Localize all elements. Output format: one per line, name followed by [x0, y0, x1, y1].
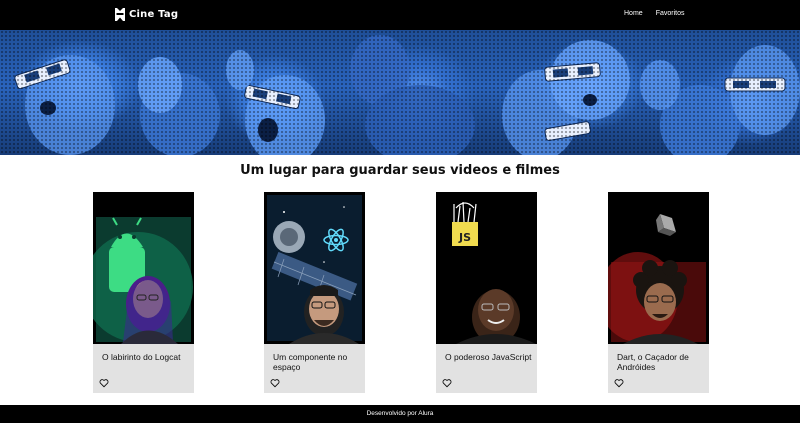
video-thumbnail[interactable] — [264, 192, 365, 344]
brand-name: Cine Tag — [129, 9, 179, 20]
video-title: O labirinto do Logcat — [102, 352, 181, 362]
video-thumbnail[interactable] — [93, 192, 194, 344]
svg-text:JS: JS — [458, 231, 471, 244]
favorite-heart-icon[interactable] — [614, 378, 624, 388]
nav-home-link[interactable]: Home — [624, 10, 643, 17]
favorite-heart-icon[interactable] — [442, 378, 452, 388]
video-thumbnail[interactable]: JS — [436, 192, 537, 344]
page-title: Um lugar para guardar seus videos e film… — [240, 163, 560, 178]
favorite-heart-icon[interactable] — [99, 378, 109, 388]
video-card[interactable]: Um componente no espaço — [264, 192, 365, 393]
brand-logo[interactable]: Cine Tag — [115, 8, 178, 21]
video-card[interactable]: O labirinto do Logcat — [93, 192, 194, 393]
site-footer: Desenvolvido por Alura — [0, 405, 800, 423]
footer-credit: Desenvolvido por Alura — [366, 410, 434, 417]
hero-banner — [0, 30, 800, 155]
audience-3d-glasses-image — [14, 35, 800, 155]
video-card[interactable]: Dart, o Caçador de Andróides — [608, 192, 709, 393]
video-title: Um componente no espaço — [273, 352, 348, 372]
video-title: Dart, o Caçador de Andróides — [617, 352, 689, 372]
video-thumbnail[interactable] — [608, 192, 709, 344]
favorite-heart-icon[interactable] — [270, 378, 280, 388]
video-title: O poderoso JavaScript — [445, 352, 532, 362]
nav-favorites-link[interactable]: Favoritos — [656, 10, 685, 17]
bookmark-ribbon-icon — [115, 8, 125, 21]
main-nav: Home Favoritos — [624, 10, 684, 17]
video-card[interactable]: JS O poderoso JavaScript — [436, 192, 537, 393]
site-header: Cine Tag Home Favoritos — [0, 0, 800, 30]
